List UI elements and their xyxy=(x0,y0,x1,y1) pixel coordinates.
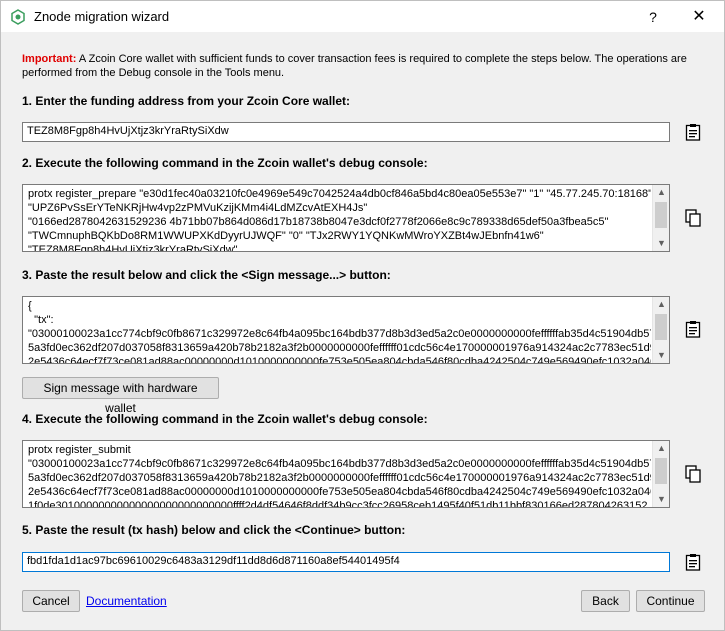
vertical-scrollbar[interactable]: ▲ ▼ xyxy=(652,441,669,507)
step4-label: 4. Execute the following command in the … xyxy=(22,412,428,426)
result-line: "tx": xyxy=(28,314,54,326)
wizard-content: Important: A Zcoin Core wallet with suff… xyxy=(1,32,724,630)
copy-button-step4[interactable] xyxy=(682,463,704,485)
scroll-thumb[interactable] xyxy=(655,314,667,340)
important-notice: Important: A Zcoin Core wallet with suff… xyxy=(22,52,707,80)
signature-result-text: { "tx": "03000100023a1cc774cbf9c0fb8671c3… xyxy=(28,299,651,363)
copy-icon xyxy=(685,209,701,227)
register-submit-command-text: protx register_submit "03000100023a1cc774… xyxy=(28,443,651,507)
clipboard-icon xyxy=(685,124,701,141)
clipboard-icon xyxy=(685,321,701,338)
important-label: Important: xyxy=(22,53,77,65)
vertical-scrollbar[interactable]: ▲ ▼ xyxy=(652,297,669,363)
window-title: Znode migration wizard xyxy=(34,9,170,24)
signature-result-box[interactable]: { "tx": "03000100023a1cc774cbf9c0fb8671c3… xyxy=(22,296,670,364)
paste-button-step1[interactable] xyxy=(682,121,704,143)
step2-label: 2. Execute the following command in the … xyxy=(22,156,428,170)
register-submit-command-box[interactable]: protx register_submit "03000100023a1cc774… xyxy=(22,440,670,508)
tx-hash-input[interactable]: fbd1fda1d1ac97bc69610029c6483a3129df11dd… xyxy=(22,552,670,572)
command-line: 5a3fd0ec362df207d037058f8313659a420b78b2… xyxy=(28,472,651,484)
important-text: A Zcoin Core wallet with sufficient fund… xyxy=(22,53,687,79)
clipboard-icon xyxy=(685,554,701,571)
znode-icon xyxy=(10,8,26,25)
funding-address-input[interactable]: TEZ8M8Fgp8h4HvUjXtjz3krYraRtySiXdw xyxy=(22,122,670,142)
command-line: 2e5436c64ecf7f73ce081ad88ac00000000d1010… xyxy=(28,486,651,498)
cancel-button[interactable]: Cancel xyxy=(22,590,80,612)
copy-icon xyxy=(685,465,701,483)
scroll-thumb[interactable] xyxy=(655,202,667,228)
command-line: protx register_prepare "e30d1fec40a03210… xyxy=(28,188,651,200)
scroll-down-icon[interactable]: ▼ xyxy=(653,348,669,363)
continue-button[interactable]: Continue xyxy=(636,590,705,612)
back-button[interactable]: Back xyxy=(581,590,630,612)
result-line: 2e5436c64ecf7f73ce081ad88ac00000000d1010… xyxy=(28,356,651,363)
scroll-up-icon[interactable]: ▲ xyxy=(653,185,669,200)
result-line: 5a3fd0ec362df207d037058f8313659a420b78b2… xyxy=(28,342,651,354)
close-button[interactable]: ✕ xyxy=(686,6,712,28)
command-line: "0166ed2878042631529236 4b71bb07b864d086… xyxy=(28,216,609,228)
step5-label: 5. Paste the result (tx hash) below and … xyxy=(22,523,406,537)
command-line: "TWCmnuphBQKbDo8RM1WWUPXKdDyyrUJWQF" "0"… xyxy=(28,230,544,242)
help-button[interactable]: ? xyxy=(640,6,666,28)
command-line: protx register_submit xyxy=(28,444,131,456)
scroll-up-icon[interactable]: ▲ xyxy=(653,441,669,456)
command-line: "03000100023a1cc774cbf9c0fb8671c329972e8… xyxy=(28,458,651,470)
scroll-down-icon[interactable]: ▼ xyxy=(653,492,669,507)
command-line: 1f0de30100000000000000000000000000ffff2d… xyxy=(28,500,648,507)
paste-button-step5[interactable] xyxy=(682,551,704,573)
command-line: "UPZ6PvSsErYTeNKRjHw4vp2zPMVuKzijKMm4i4L… xyxy=(28,202,368,214)
step1-label: 1. Enter the funding address from your Z… xyxy=(22,94,351,108)
copy-button-step2[interactable] xyxy=(682,207,704,229)
wizard-window: Znode migration wizard ? ✕ Important: A … xyxy=(0,0,725,631)
scroll-up-icon[interactable]: ▲ xyxy=(653,297,669,312)
register-prepare-command-box[interactable]: protx register_prepare "e30d1fec40a03210… xyxy=(22,184,670,252)
command-line: "TEZ8M8Fgp8h4HvUjXtjz3krYraRtySiXdw" xyxy=(28,244,238,251)
result-line: { xyxy=(28,300,32,312)
sign-with-hardware-wallet-button[interactable]: Sign message with hardware wallet xyxy=(22,377,219,415)
step3-label: 3. Paste the result below and click the … xyxy=(22,268,391,282)
register-prepare-command-text: protx register_prepare "e30d1fec40a03210… xyxy=(28,187,651,251)
documentation-link[interactable]: Documentation xyxy=(86,594,167,608)
scroll-down-icon[interactable]: ▼ xyxy=(653,236,669,251)
result-line: "03000100023a1cc774cbf9c0fb8671c329972e8… xyxy=(28,328,651,340)
paste-button-step3[interactable] xyxy=(682,318,704,340)
scroll-thumb[interactable] xyxy=(655,458,667,484)
vertical-scrollbar[interactable]: ▲ ▼ xyxy=(652,185,669,251)
title-bar: Znode migration wizard ? ✕ xyxy=(1,1,724,32)
